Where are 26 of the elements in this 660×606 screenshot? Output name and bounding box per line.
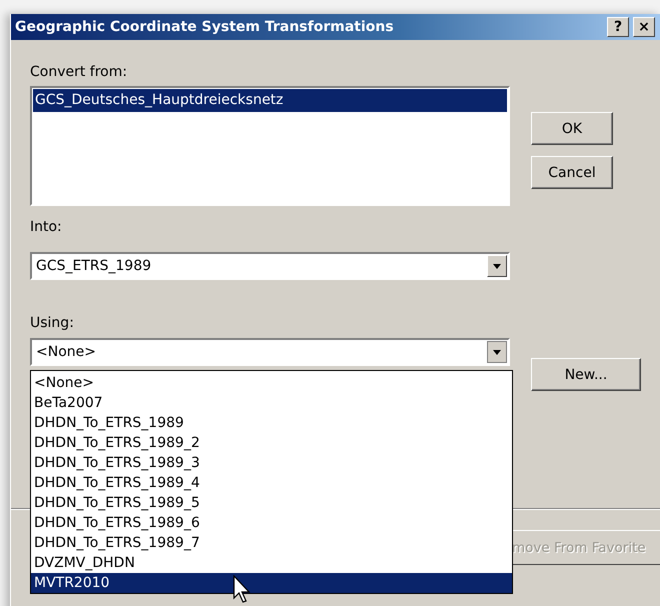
dropdown-option[interactable]: DHDN_To_ETRS_1989_4 xyxy=(31,473,512,493)
cancel-button[interactable]: Cancel xyxy=(531,156,613,189)
dropdown-field[interactable]: GCS_ETRS_1989 xyxy=(30,252,510,280)
caret-icon xyxy=(493,264,501,268)
dropdown-field[interactable]: <None> xyxy=(30,338,510,366)
ok-button[interactable]: OK xyxy=(531,112,613,145)
field-label: Using: xyxy=(30,315,75,331)
field-label: Convert from: xyxy=(30,64,128,80)
dropdown-option[interactable]: BeTa2007 xyxy=(31,393,512,413)
new-button[interactable]: New... xyxy=(531,358,641,391)
help-button[interactable]: ? xyxy=(607,17,629,37)
dropdown-option[interactable]: <None> xyxy=(31,373,512,393)
dropdown-option[interactable]: DHDN_To_ETRS_1989 xyxy=(31,413,512,433)
caret-icon xyxy=(493,350,501,354)
field-label: Into: xyxy=(30,219,63,235)
dropdown-option[interactable]: DHDN_To_ETRS_1989_3 xyxy=(31,453,512,473)
dropdown-button[interactable] xyxy=(487,341,507,363)
dropdown-option[interactable]: DHDN_To_ETRS_1989_6 xyxy=(31,513,512,533)
dropdown-option[interactable]: DHDN_To_ETRS_1989_2 xyxy=(31,433,512,453)
window-title: Geographic Coordinate System Transformations xyxy=(15,19,395,35)
close-button[interactable]: × xyxy=(633,17,655,37)
dropdown-option[interactable]: DHDN_To_ETRS_1989_7 xyxy=(31,533,512,553)
dropdown-option[interactable]: DVZMV_DHDN xyxy=(31,553,512,573)
dropdown-option[interactable]: MVTR2010 xyxy=(31,573,512,593)
dropdown-option[interactable]: DHDN_To_ETRS_1989_5 xyxy=(31,493,512,513)
list-item[interactable]: GCS_Deutsches_Hauptdreiecksnetz xyxy=(33,89,507,112)
